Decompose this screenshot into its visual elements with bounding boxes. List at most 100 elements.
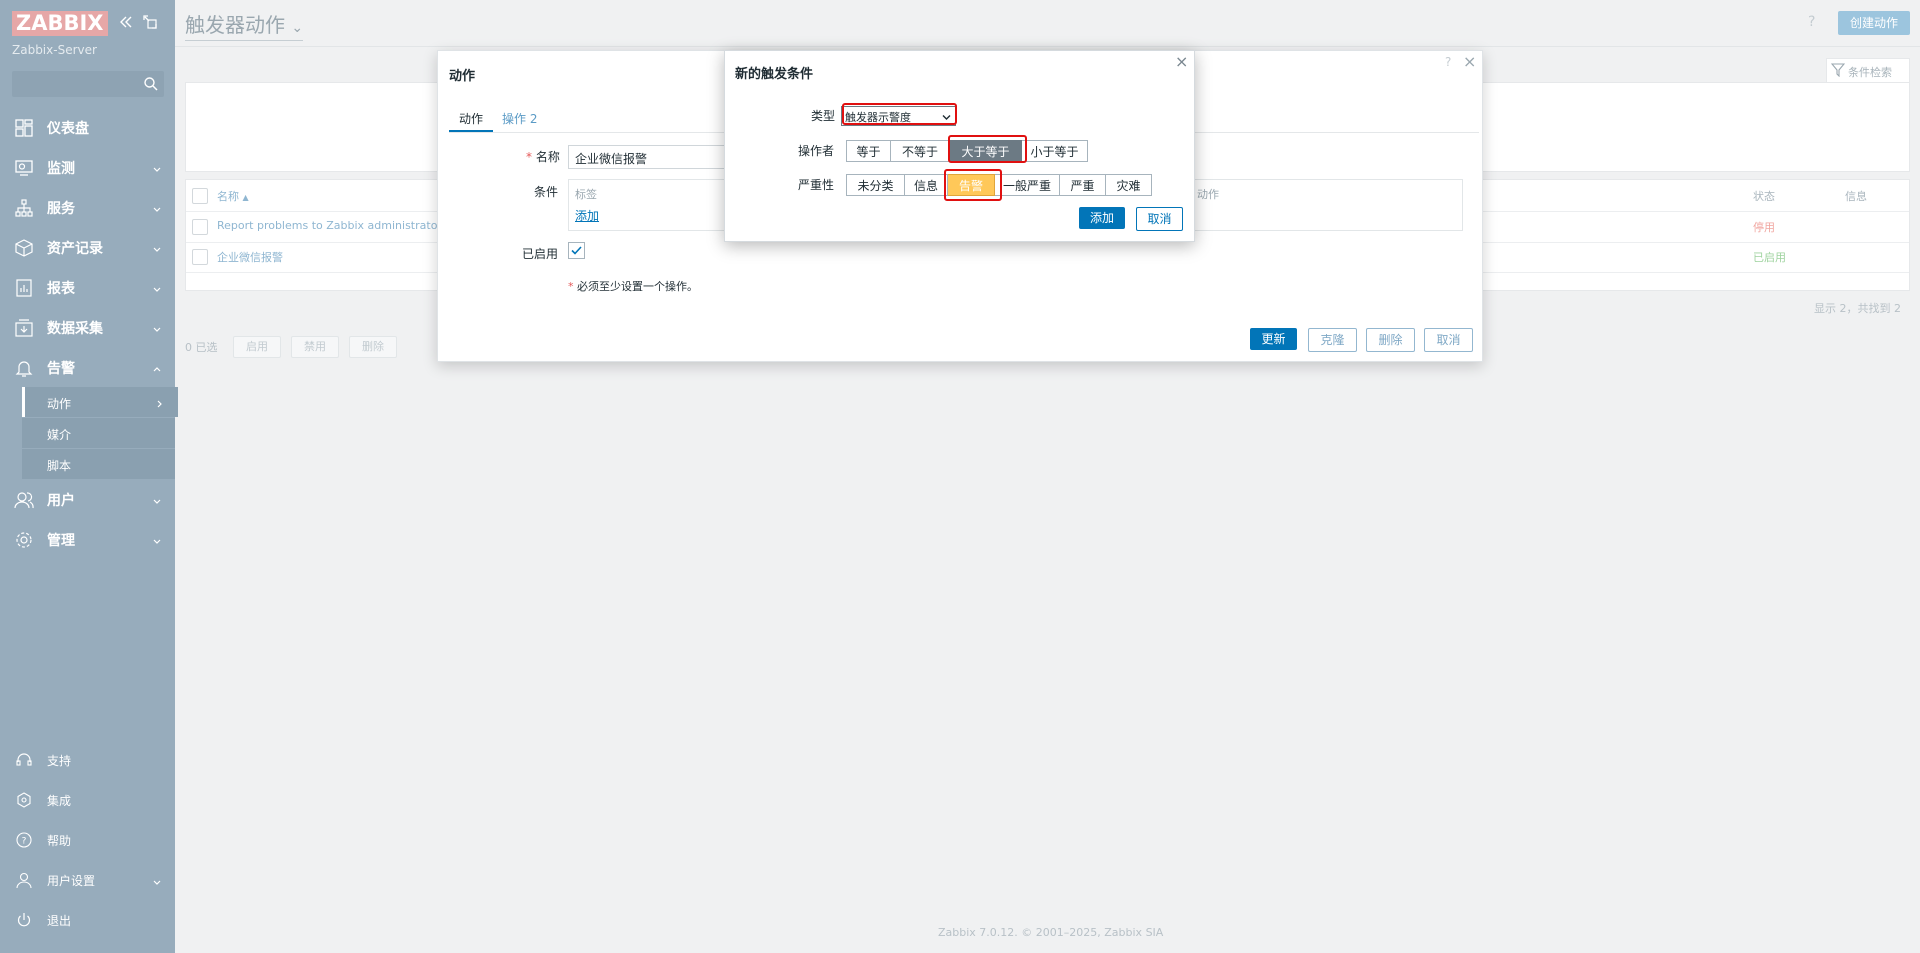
checkmark-icon: [571, 246, 582, 255]
nav-label: 管理: [47, 533, 75, 549]
user-icon: [15, 871, 33, 889]
sidebar-support[interactable]: 支持: [0, 745, 175, 775]
page-title[interactable]: 触发器动作 ⌄: [185, 9, 304, 41]
chevron-down-icon: [153, 282, 161, 292]
add-condition-button[interactable]: 添加: [1079, 207, 1125, 229]
column-header-name[interactable]: 名称 ▲: [217, 188, 249, 204]
severity-information[interactable]: 信息: [905, 174, 948, 196]
conditions-col-label: 标签: [575, 188, 597, 201]
server-name: Zabbix-Server: [12, 43, 97, 57]
gear-icon: [14, 530, 34, 550]
sidebar-footer-label: 帮助: [47, 834, 72, 848]
sidebar-sign-out[interactable]: 退出: [0, 905, 175, 935]
bulk-enable-button[interactable]: 启用: [233, 336, 281, 358]
nav-users[interactable]: 用户: [0, 481, 175, 517]
sidebar-item-media[interactable]: 媒介: [22, 418, 175, 448]
nav-services[interactable]: 服务: [0, 189, 175, 225]
users-icon: [14, 490, 34, 510]
row-checkbox[interactable]: [192, 249, 208, 265]
data-collection-icon: [14, 318, 34, 338]
table-summary: 显示 2，共找到 2: [1814, 302, 1901, 315]
sidebar-integrations[interactable]: 集成: [0, 785, 175, 815]
row-checkbox[interactable]: [192, 219, 208, 235]
selected-count: 0 已选: [185, 341, 218, 354]
column-header-status: 状态: [1753, 190, 1775, 203]
filter-icon: [1830, 63, 1846, 80]
nav-data-collection[interactable]: 数据采集: [0, 309, 175, 345]
sidebar-item-scripts[interactable]: 脚本: [22, 449, 175, 479]
sidebar-help[interactable]: ? 帮助: [0, 825, 175, 855]
header-divider: [175, 46, 1920, 47]
add-condition-link[interactable]: 添加: [575, 207, 599, 224]
close-icon[interactable]: ×: [1175, 52, 1188, 71]
chevron-down-icon: [153, 876, 161, 890]
sidebar-item-actions[interactable]: 动作: [22, 387, 178, 417]
delete-button[interactable]: 删除: [1366, 328, 1415, 352]
nav-label: 报表: [47, 281, 75, 297]
status-badge-enabled[interactable]: 已启用: [1753, 249, 1786, 265]
nav-inventory[interactable]: 资产记录: [0, 229, 175, 265]
severity-average[interactable]: 一般严重: [995, 174, 1060, 196]
table-row-name[interactable]: Report problems to Zabbix administrators: [217, 219, 448, 232]
nav-dashboard[interactable]: 仪表盘: [0, 109, 175, 145]
chevron-down-icon: [153, 202, 161, 212]
severity-disaster[interactable]: 灾难: [1106, 174, 1152, 196]
nav-label: 监测: [47, 161, 75, 177]
zabbix-logo[interactable]: ZABBIX: [12, 11, 108, 36]
type-label: 类型: [811, 109, 836, 123]
sidebar-item-label: 媒介: [47, 428, 72, 442]
sidebar-user-settings[interactable]: 用户设置: [0, 865, 175, 895]
operator-label: 操作者: [798, 144, 835, 158]
power-icon: [15, 911, 33, 929]
tab-action[interactable]: 动作: [459, 110, 483, 127]
nav-label: 服务: [47, 201, 75, 217]
name-label-text: 名称: [535, 150, 560, 164]
severity-not-classified[interactable]: 未分类: [846, 174, 905, 196]
chevron-down-icon: [153, 242, 161, 252]
filter-tab[interactable]: 条件检索: [1826, 58, 1910, 83]
nav-administration[interactable]: 管理: [0, 521, 175, 557]
operator-less-or-equal[interactable]: 小于等于: [1022, 140, 1088, 162]
create-action-button[interactable]: 创建动作: [1838, 11, 1910, 35]
page-footer: Zabbix 7.0.12. © 2001–2025, Zabbix SIA: [938, 926, 1164, 939]
status-badge-disabled[interactable]: 停用: [1753, 219, 1775, 235]
nav-label: 数据采集: [47, 321, 103, 337]
close-icon[interactable]: ×: [1463, 52, 1476, 71]
name-label: * 名称: [526, 148, 560, 165]
operator-not-equals[interactable]: 不等于: [891, 140, 950, 162]
sort-asc-icon: ▲: [242, 193, 249, 202]
cancel-button[interactable]: 取消: [1424, 328, 1473, 352]
nav-monitoring[interactable]: 监测: [0, 149, 175, 185]
required-mark: *: [526, 150, 532, 164]
tab-operations[interactable]: 操作 2: [502, 110, 537, 127]
help-icon[interactable]: ?: [1808, 14, 1815, 30]
dialog-help-icon[interactable]: ?: [1445, 55, 1451, 69]
update-button[interactable]: 更新: [1250, 328, 1297, 350]
enabled-checkbox[interactable]: [568, 242, 585, 259]
bulk-disable-button[interactable]: 禁用: [291, 336, 339, 358]
dashboard-icon: [14, 118, 34, 138]
chevron-down-icon: [153, 494, 161, 504]
reports-icon: [14, 278, 34, 298]
new-condition-dialog: 新的触发条件 × 类型 触发器示警度 操作者 等于 不等于 大于等于 小于等于 …: [724, 50, 1195, 242]
kiosk-mode-icon[interactable]: [142, 14, 158, 30]
sidebar-search-input[interactable]: [12, 71, 164, 97]
search-icon[interactable]: [143, 76, 159, 95]
nav-alerts[interactable]: 告警: [0, 349, 175, 385]
nav-reports[interactable]: 报表: [0, 269, 175, 305]
severity-high[interactable]: 严重: [1060, 174, 1106, 196]
highlight-type: [842, 103, 957, 125]
select-all-checkbox[interactable]: [192, 188, 208, 204]
clone-button[interactable]: 克隆: [1308, 328, 1357, 352]
sidebar-item-label: 脚本: [47, 459, 72, 473]
nav-label: 仪表盘: [47, 121, 89, 137]
highlight-severity: [944, 169, 1002, 201]
table-row-name[interactable]: 企业微信报警: [217, 249, 283, 265]
bulk-delete-button[interactable]: 删除: [349, 336, 397, 358]
collapse-sidebar-icon[interactable]: [118, 14, 134, 30]
action-name-value: 企业微信报警: [575, 152, 648, 166]
cancel-condition-button[interactable]: 取消: [1136, 207, 1183, 231]
required-mark: *: [568, 280, 574, 293]
operator-equals[interactable]: 等于: [846, 140, 891, 162]
operation-note-text: 必须至少设置一个操作。: [577, 280, 698, 293]
